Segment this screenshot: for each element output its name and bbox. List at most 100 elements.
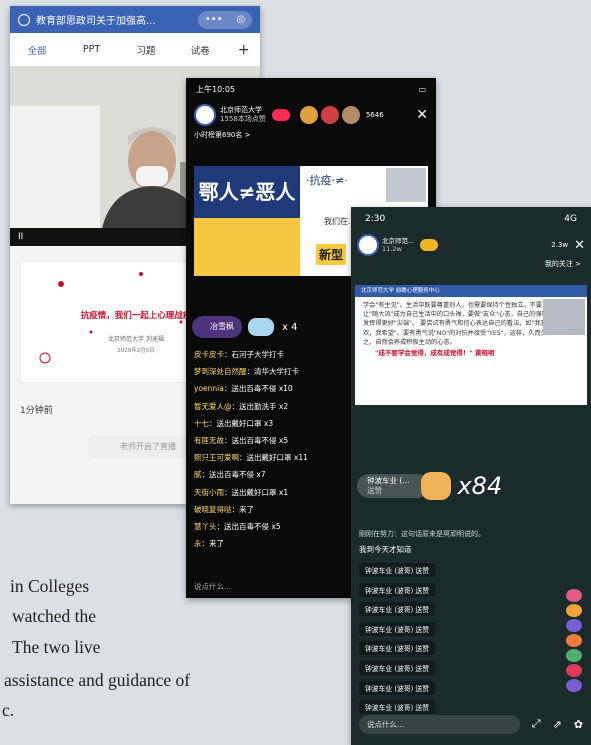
presenter-camera — [543, 299, 585, 335]
status-time: 2:30 — [365, 214, 386, 224]
status-bar: 上午10:05 ▭ — [186, 78, 436, 100]
heart-icon — [566, 649, 582, 662]
host-avatar[interactable] — [194, 104, 216, 126]
close-icon[interactable]: ✕ — [574, 238, 585, 253]
miniprogram-capsule[interactable]: ••• ◎ — [198, 10, 252, 29]
phone-screenshot-douyin-live-2: 2:30 4G 北京师范... 11.2w 2.3w ✕ 我的关注 > 北京师范… — [351, 207, 591, 745]
chat-message: 破晓复得哒：来了 — [194, 504, 254, 514]
comment-input[interactable]: 说点什么... — [194, 581, 231, 592]
document-quote: "成不要学会觉得，成有成觉得！" 黄晓明 — [375, 349, 495, 358]
viewer-count: 5646 — [365, 111, 384, 119]
miniprogram-title-bar: 教育部思政司关于加强高... ••• ◎ — [10, 6, 260, 33]
lecture-document: 北京师范大学 前瞻心理服务中心 学会"有主见"。生活中既要尊重别人，也需要保持个… — [355, 285, 587, 405]
host-avatar[interactable] — [357, 234, 379, 256]
document-header: 北京师范大学 前瞻心理服务中心 — [355, 285, 587, 297]
my-follows-link[interactable]: 我的关注 > — [351, 259, 591, 271]
page-title: 教育部思政司关于加强高... — [36, 16, 156, 27]
chat-message: 皮卡皮卡：石河子大学打卡 — [194, 350, 284, 359]
tab-ppt[interactable]: PPT — [64, 44, 118, 55]
status-bar: 2:30 4G — [351, 207, 591, 231]
floating-hearts — [561, 587, 587, 697]
like-message: 钟波车业 (波哥) 送赞 — [359, 641, 435, 656]
chat-message: 梦到深处自然醒：清华大学打卡 — [194, 367, 299, 377]
share-icon[interactable]: ⇗ — [553, 718, 562, 731]
heart-icon — [566, 679, 582, 692]
like-message: 钟波车业 (波哥) 送赞 — [359, 680, 435, 695]
gift-action: 送赞 — [367, 486, 382, 495]
slide-right-badge: 新型 — [316, 244, 347, 265]
host-name: 北京师范... — [382, 237, 415, 245]
expand-icon[interactable]: ⤢ — [532, 717, 541, 731]
pause-icon[interactable]: II — [18, 232, 23, 242]
viewer-avatar[interactable] — [341, 106, 360, 124]
gift-pill: 钟波车业 (... 送赞 — [357, 474, 430, 498]
gift-notification: 钟波车业 (... 送赞 x84 — [357, 472, 502, 500]
host-likes: 11.2w — [382, 245, 402, 253]
like-message: 钟波车业 (波哥) 送赞 — [359, 582, 435, 597]
timestamp: 1分钟前 — [20, 406, 53, 416]
crown-badge-icon — [420, 239, 439, 251]
chat-message: 熙只王可爱啊：送出戴好口罩 x11 — [194, 453, 308, 463]
host-info-bar: 北京师范大学 1558本场点赞 5646 ✕ — [186, 100, 436, 130]
add-tab-button[interactable]: + — [227, 42, 260, 58]
heart-icon — [566, 604, 582, 617]
heart-icon — [566, 589, 582, 602]
signal-icon: 4G — [564, 214, 577, 224]
mask-gift-icon — [248, 318, 274, 336]
heart-icon — [566, 634, 582, 647]
chat-message: 天街小雨：送出戴好口罩 x1 — [194, 487, 289, 497]
chat-message: 有匪无故：送出百毒不侵 x5 — [194, 436, 289, 446]
bottom-bar: 说点什么... ⤢ ⇗ ✿ — [351, 703, 591, 745]
follow-button[interactable] — [271, 109, 290, 121]
slide-left: 鄂人≠恶人 — [194, 166, 300, 276]
system-message: 刚刚在努力：这句话原来是冥顽明说的。 — [359, 530, 485, 538]
viewer-count: 2.3w — [551, 241, 569, 249]
paragraph-line-4: assistance and guidance of — [4, 670, 191, 690]
gift-count: x84 — [457, 472, 503, 500]
more-icon[interactable]: ••• — [205, 14, 223, 25]
comment-input[interactable]: 说点什么... — [359, 714, 520, 734]
paragraph-line-3: The two live — [12, 637, 101, 657]
close-icon[interactable]: ✕ — [416, 107, 428, 123]
thumbs-up-gift-icon — [421, 472, 452, 500]
content-tabs: 全部 PPT 习题 试卷 + — [10, 33, 260, 66]
status-time: 上午10:05 — [196, 84, 236, 94]
slide-right-title: ·抗疫·≠· — [306, 174, 348, 187]
home-icon[interactable] — [18, 13, 30, 26]
battery-icon: ▭ — [418, 84, 426, 94]
tab-exam[interactable]: 试卷 — [173, 43, 227, 57]
paragraph-line-1: in Colleges — [10, 576, 90, 596]
paragraph-line-5: c. — [2, 700, 15, 720]
tab-exercise[interactable]: 习题 — [119, 43, 173, 57]
paragraph-line-2: watched the — [12, 606, 97, 626]
heart-icon — [566, 664, 582, 677]
presenter-camera — [386, 168, 426, 202]
gift-count: x 4 — [282, 321, 298, 333]
host-info-bar: 北京师范... 11.2w 2.3w ✕ — [351, 231, 591, 259]
viewer-avatar[interactable] — [299, 106, 318, 124]
viewer-avatar[interactable] — [320, 106, 339, 124]
like-message: 钟波车业 (波哥) 送赞 — [359, 660, 435, 675]
gift-icon[interactable]: ✿ — [574, 718, 583, 731]
chat-message: 慧丫头：送出百毒不侵 x5 — [194, 522, 281, 532]
chat-message: 暂无爱人@：送出勤洗手 x2 — [194, 401, 289, 411]
system-message-2: 我到今天才知道 — [359, 545, 412, 554]
host-likes: 1558本场点赞 — [220, 115, 266, 123]
host-name: 北京师范大学 — [220, 106, 262, 114]
chat-message: 腻：送出百毒不侵 x7 — [194, 470, 266, 480]
hourly-rank[interactable]: 小时榜第690名 > — [186, 130, 436, 144]
tab-all[interactable]: 全部 — [10, 43, 64, 57]
like-message: 钟波车业 (波哥) 送赞 — [359, 602, 435, 617]
like-message-list: 钟波车业 (波哥) 送赞 钟波车业 (波哥) 送赞 钟波车业 (波哥) 送赞 钟… — [359, 563, 435, 720]
chat-message: 永：来了 — [194, 539, 224, 549]
close-icon[interactable]: ◎ — [236, 14, 245, 25]
slide-left-title: 鄂人≠恶人 — [194, 166, 300, 218]
gift-user: 钟波车业 (... — [367, 476, 410, 485]
host-name-block: 北京师范大学 1558本场点赞 — [220, 106, 266, 124]
chat-list: 皮卡皮卡：石河子大学打卡 梦到深处自然醒：清华大学打卡 yoennia：送出百毒… — [194, 346, 308, 552]
heart-icon — [566, 619, 582, 632]
host-name-block: 北京师范... 11.2w — [382, 237, 414, 253]
chat-message: 十七：送出戴好口罩 x3 — [194, 418, 274, 428]
chat-message: yoennia：送出百毒不侵 x10 — [194, 384, 293, 394]
like-message: 钟波车业 (波哥) 送赞 — [359, 621, 435, 636]
